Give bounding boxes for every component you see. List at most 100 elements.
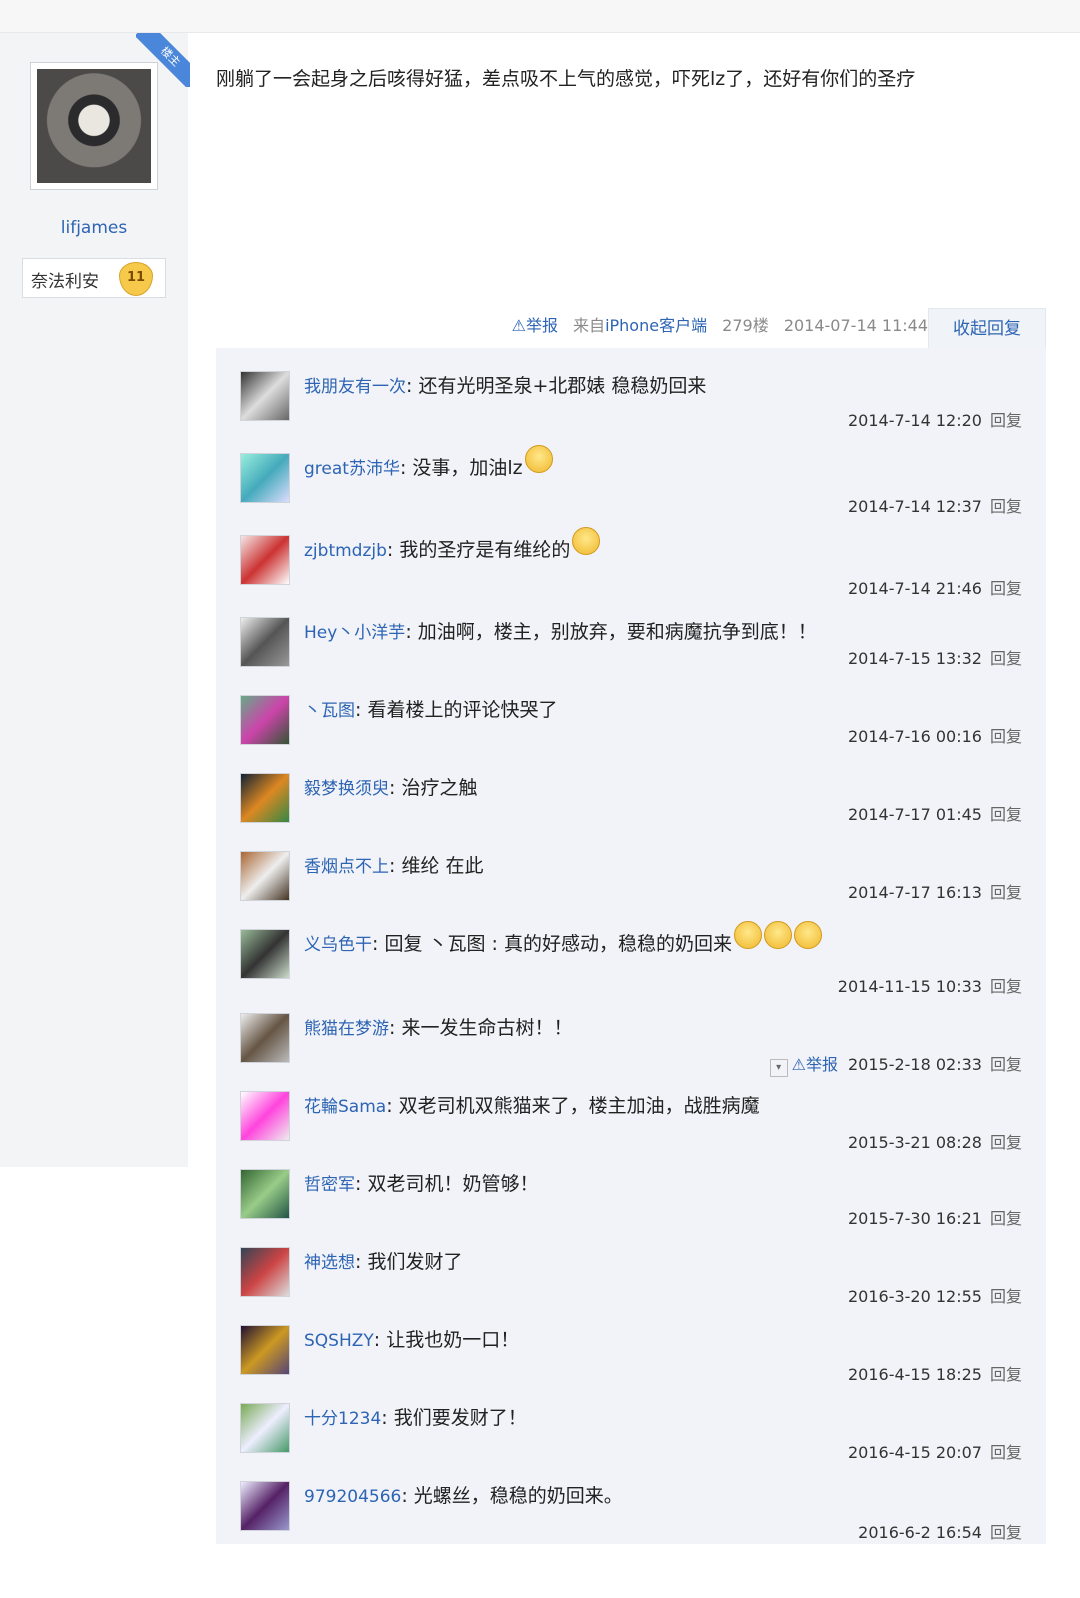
reply-footer: 2014-7-15 13:32 回复 xyxy=(848,645,1022,669)
reply-text-line: 哲密军: 双老司机！奶管够！ xyxy=(304,1169,1034,1196)
reply-text-line: 香烟点不上: 维纶 在此 xyxy=(304,851,1034,878)
author-avatar[interactable] xyxy=(30,62,158,190)
reply-footer: 2014-7-14 12:37 回复 xyxy=(848,493,1022,517)
reply-avatar[interactable] xyxy=(240,1013,290,1063)
reply-text-line: 我朋友有一次: 还有光明圣泉+北郡婊 稳稳奶回来 xyxy=(304,371,1034,398)
reply-avatar[interactable] xyxy=(240,1169,290,1219)
reply-avatar[interactable] xyxy=(240,1247,290,1297)
reply-avatar[interactable] xyxy=(240,1325,290,1375)
cry-emoji xyxy=(793,921,822,949)
reply-footer: 2015-7-30 16:21 回复 xyxy=(848,1205,1022,1229)
post-meta: ⚠举报 来自iPhone客户端 279楼 2014-07-14 11:44 xyxy=(0,312,928,342)
reply-text-line: 十分1234: 我们要发财了！ xyxy=(304,1403,1034,1430)
reply-avatar[interactable] xyxy=(240,535,290,585)
author-sidebar-lower xyxy=(0,1167,222,1598)
reply-avatar[interactable] xyxy=(240,695,290,745)
reply-content: : 没事，加油lz xyxy=(399,457,523,479)
reply-avatar[interactable] xyxy=(240,1481,290,1531)
reply-avatar[interactable] xyxy=(240,371,290,421)
reply-content: : 我们要发财了！ xyxy=(381,1407,527,1429)
reply-footer: ▾ ⚠举报 2015-2-18 02:33 回复 xyxy=(769,1051,1022,1077)
reply-footer: 2016-4-15 20:07 回复 xyxy=(848,1439,1022,1463)
reply-username[interactable]: 979204566 xyxy=(304,1487,401,1507)
reply-username[interactable]: 神选想 xyxy=(304,1253,355,1273)
reply-avatar[interactable] xyxy=(240,773,290,823)
reply-button[interactable]: 回复 xyxy=(990,579,1022,598)
angry-emoji xyxy=(524,445,553,473)
reply-avatar[interactable] xyxy=(240,1091,290,1141)
reply-time: 2016-6-2 16:54 xyxy=(858,1523,982,1542)
report-link[interactable]: ⚠举报 xyxy=(512,316,558,335)
reply-username[interactable]: 我朋友有一次 xyxy=(304,377,406,397)
reply-username[interactable]: great苏沛华 xyxy=(304,459,400,479)
reply-content: : 加油啊，楼主，别放弃，要和病魔抗争到底！！ xyxy=(405,621,817,643)
dropdown-icon[interactable]: ▾ xyxy=(769,1059,788,1077)
reply-text-line: 花輪Sama: 双老司机双熊猫来了，楼主加油，战胜病魔 xyxy=(304,1091,1034,1118)
reply-button[interactable]: 回复 xyxy=(990,805,1022,824)
reply-button[interactable]: 回复 xyxy=(990,411,1022,430)
badge-level-icon: 11 xyxy=(119,262,153,296)
reply-time: 2014-7-16 00:16 xyxy=(847,727,982,746)
author-username[interactable]: lifjames xyxy=(0,218,188,238)
reply-button[interactable]: 回复 xyxy=(990,1055,1022,1074)
husky-avatar-image xyxy=(37,69,151,183)
reply-text-line: SQSHZY: 让我也奶一口！ xyxy=(304,1325,1034,1352)
reply-username[interactable]: 熊猫在梦游 xyxy=(304,1019,389,1039)
reply-text-line: 979204566: 光螺丝，稳稳的奶回来。 xyxy=(304,1481,1034,1508)
reply-button[interactable]: 回复 xyxy=(990,727,1022,746)
author-badge[interactable]: 奈法利安 11 xyxy=(22,258,166,298)
reply-username[interactable]: 哲密军 xyxy=(304,1175,355,1195)
reply-avatar[interactable] xyxy=(240,929,290,979)
collapse-replies-button[interactable]: 收起回复 xyxy=(928,308,1046,348)
reply-footer: 2014-7-14 12:20 回复 xyxy=(848,407,1022,431)
reply-avatar[interactable] xyxy=(240,617,290,667)
reply-content: : 还有光明圣泉+北郡婊 稳稳奶回来 xyxy=(406,375,707,397)
reply-avatar[interactable] xyxy=(240,453,290,503)
reply-time: 2014-7-17 01:45 xyxy=(847,805,982,824)
source-prefix: 来自 xyxy=(573,316,606,335)
reply-username[interactable]: 十分1234 xyxy=(304,1409,381,1429)
reply-footer: 2016-6-2 16:54 回复 xyxy=(858,1519,1022,1543)
reply-username[interactable]: 毅梦换须臾 xyxy=(304,779,389,799)
reply-avatar[interactable] xyxy=(240,1403,290,1453)
cry-emoji xyxy=(763,921,792,949)
reply-avatar[interactable] xyxy=(240,851,290,901)
reply-username[interactable]: 丶瓦图 xyxy=(304,701,355,721)
reply-button[interactable]: 回复 xyxy=(990,1443,1022,1462)
reply-button[interactable]: 回复 xyxy=(990,977,1022,996)
author-sidebar xyxy=(0,33,188,1167)
reply-time: 2016-4-15 18:25 xyxy=(847,1365,982,1384)
top-band xyxy=(0,0,1080,33)
reply-username[interactable]: zjbtmdzjb xyxy=(304,541,387,561)
reply-time: 2016-3-20 12:55 xyxy=(847,1287,982,1306)
reply-username[interactable]: 花輪Sama xyxy=(304,1097,386,1117)
reply-footer: 2014-11-15 10:33 回复 xyxy=(838,973,1022,997)
reply-button[interactable]: 回复 xyxy=(990,883,1022,902)
reply-username[interactable]: Hey丶小洋芋 xyxy=(304,623,405,643)
reply-time: 2015-7-30 16:21 xyxy=(847,1209,982,1228)
reply-button[interactable]: 回复 xyxy=(990,497,1022,516)
reply-report-link[interactable]: ⚠举报 xyxy=(792,1055,838,1074)
reply-button[interactable]: 回复 xyxy=(990,1133,1022,1152)
reply-footer: 2015-3-21 08:28 回复 xyxy=(848,1129,1022,1153)
badge-name: 奈法利安 xyxy=(31,272,99,292)
reply-content: : 光螺丝，稳稳的奶回来。 xyxy=(401,1485,623,1507)
reply-footer: 2016-4-15 18:25 回复 xyxy=(848,1361,1022,1385)
reply-username[interactable]: 义乌色干 xyxy=(304,935,372,955)
reply-username[interactable]: 香烟点不上 xyxy=(304,857,389,877)
reply-button[interactable]: 回复 xyxy=(990,1209,1022,1228)
warning-icon: ⚠ xyxy=(791,1055,806,1074)
reply-footer: 2014-7-14 21:46 回复 xyxy=(848,575,1022,599)
source-client-link[interactable]: iPhone客户端 xyxy=(605,316,707,335)
reply-footer: 2014-7-16 00:16 回复 xyxy=(848,723,1022,747)
reply-time: 2014-7-14 12:37 xyxy=(847,497,982,516)
reply-text-line: Hey丶小洋芋: 加油啊，楼主，别放弃，要和病魔抗争到底！！ xyxy=(304,617,1034,644)
reply-content: : 双老司机！奶管够！ xyxy=(355,1173,539,1195)
reply-button[interactable]: 回复 xyxy=(990,1365,1022,1384)
reply-content: : 回复 丶瓦图 : 真的好感动，稳稳的奶回来 xyxy=(372,933,732,955)
reply-button[interactable]: 回复 xyxy=(990,1287,1022,1306)
reply-username[interactable]: SQSHZY xyxy=(304,1331,374,1351)
reply-button[interactable]: 回复 xyxy=(990,649,1022,668)
reply-button[interactable]: 回复 xyxy=(990,1523,1022,1542)
reply-content: : 让我也奶一口！ xyxy=(373,1329,520,1351)
